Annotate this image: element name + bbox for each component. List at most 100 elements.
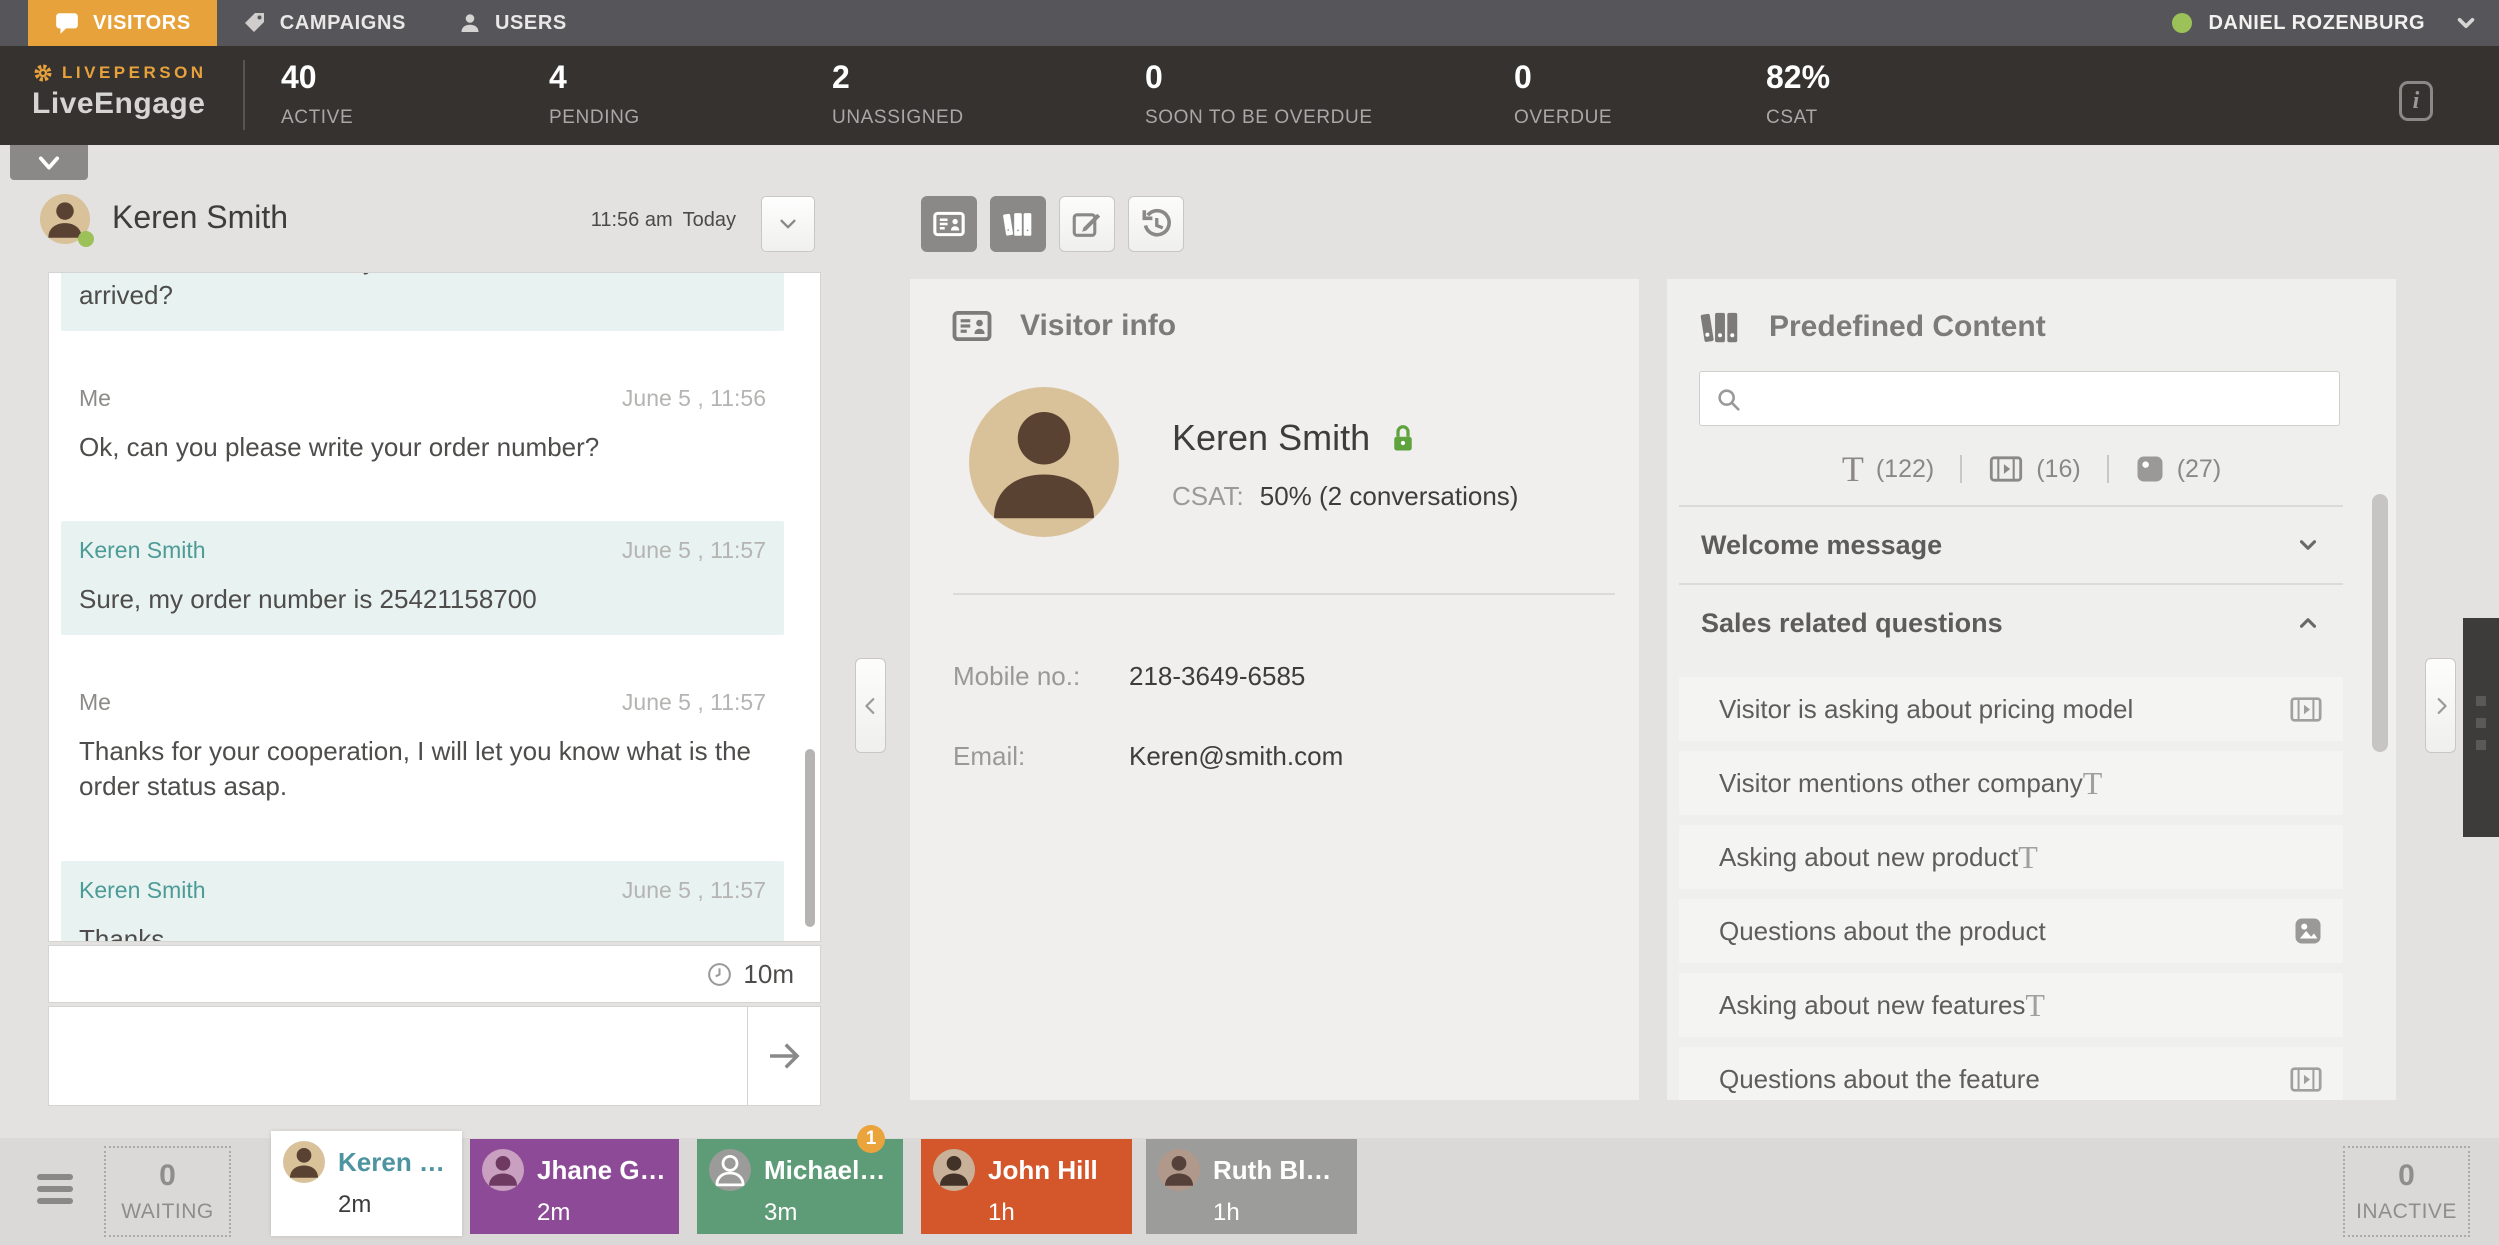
chat-visitor-name: Keren Smith	[112, 199, 289, 235]
session-timer: 10m	[743, 958, 794, 989]
avatar	[709, 1149, 751, 1191]
history-button[interactable]	[1128, 196, 1184, 252]
tab-users[interactable]: USERS	[432, 0, 593, 46]
user-menu[interactable]: DANIEL ROZENBURG	[2172, 0, 2499, 46]
chevron-down-icon	[35, 149, 63, 177]
filter-video[interactable]: (16)	[1988, 455, 2081, 484]
brand-product: LiveEngage	[32, 87, 206, 120]
brand-logo: LIVEPERSON LiveEngage	[32, 62, 207, 121]
predefined-item[interactable]: Asking about new product T	[1679, 825, 2343, 889]
side-drag-rail[interactable]	[2463, 618, 2499, 837]
visitor-info-toggle-button[interactable]	[921, 196, 977, 252]
video-icon	[1988, 455, 2024, 483]
image-icon	[2293, 916, 2323, 946]
message-visitor: Keren Smith June 5 , 11:57 Sure, my order…	[61, 521, 784, 636]
predefined-item[interactable]: Questions about the product	[1679, 899, 2343, 963]
waiting-queue-box[interactable]: 0 WAITING	[104, 1146, 231, 1237]
conversation-tab-jhane-grham[interactable]: Jhane Grham 2m	[470, 1139, 679, 1234]
divider	[1960, 455, 1963, 483]
collapse-stats-button[interactable]	[10, 145, 88, 180]
gear-icon	[32, 62, 54, 84]
chat-input[interactable]	[49, 1007, 747, 1105]
conversation-tab-keren-smith[interactable]: Keren Smith 2m	[271, 1131, 462, 1236]
text-icon: T	[2018, 838, 2038, 875]
content-type-filters: T (122) (16) (27)	[1667, 447, 2396, 491]
compose-notes-button[interactable]	[1059, 196, 1115, 252]
chat-transcript: Hello, I'd like to know why the item I'v…	[48, 272, 821, 942]
avatar	[482, 1149, 524, 1191]
tab-label: VISITORS	[93, 11, 191, 34]
visitor-name: Keren Smith	[1172, 417, 1371, 458]
message-visitor: Hello, I'd like to know why the item I'v…	[61, 273, 784, 332]
scrollbar-thumb[interactable]	[2372, 494, 2388, 752]
panel-toolbar	[921, 196, 1184, 252]
divider	[2106, 455, 2109, 483]
stat-csat: 82% CSAT	[1766, 59, 1831, 128]
predefined-item[interactable]: Questions about the feature	[1679, 1047, 2343, 1100]
collapse-visitor-info-button[interactable]	[855, 658, 886, 753]
filter-image[interactable]: (27)	[2135, 454, 2221, 484]
text-icon: T	[2025, 986, 2045, 1023]
conversation-tab-michael-smith[interactable]: 1 Michael Smi.. 3m	[697, 1125, 903, 1234]
stat-overdue: 0 OVERDUE	[1514, 59, 1613, 128]
chat-header: Keren Smith 11:56 am Today	[40, 191, 821, 253]
stat-active: 40 ACTIVE	[281, 59, 354, 128]
inactive-queue-box[interactable]: 0 INACTIVE	[2343, 1146, 2470, 1237]
chat-actions-dropdown[interactable]	[761, 196, 815, 252]
chat-bubble-icon	[54, 10, 80, 36]
predefined-item[interactable]: Visitor mentions other company T	[1679, 751, 2343, 815]
search-box	[1699, 371, 2340, 426]
conversation-tab-ruth-black[interactable]: Ruth Black 1h	[1146, 1139, 1357, 1234]
predefined-content-toggle-button[interactable]	[990, 196, 1046, 252]
message-visitor: Keren Smith June 5 , 11:57 Thanks.	[61, 860, 784, 941]
avatar	[1158, 1149, 1200, 1191]
id-card-icon	[948, 305, 996, 347]
binders-icon	[1695, 305, 1745, 349]
arrow-right-icon	[763, 1035, 805, 1077]
message-composer	[48, 1006, 821, 1106]
send-button[interactable]	[747, 1007, 820, 1105]
chevron-down-icon	[777, 213, 799, 235]
predefined-item[interactable]: Asking about new features T	[1679, 973, 2343, 1037]
tag-icon	[243, 11, 267, 35]
avatar	[933, 1149, 975, 1191]
visitor-mobile-field: Mobile no.: 218-3649-6585	[953, 661, 1306, 691]
message-agent: Me June 5 , 11:56 Ok, can you please writ…	[79, 385, 766, 463]
section-sales-related-questions[interactable]: Sales related questions	[1679, 585, 2343, 661]
hamburger-menu-icon[interactable]	[37, 1174, 73, 1210]
stat-soon-overdue: 0 SOON TO BE OVERDUE	[1145, 59, 1373, 128]
tab-visitors[interactable]: VISITORS	[28, 0, 217, 46]
predefined-item-list: Visitor is asking about pricing model Vi…	[1679, 677, 2343, 1100]
tab-label: USERS	[494, 11, 567, 34]
top-nav: VISITORS CAMPAIGNS USERS DANIEL ROZENBUR…	[0, 0, 2499, 46]
info-icon[interactable]: i	[2399, 81, 2433, 121]
visitor-info-panel: Visitor info Keren Smith CSAT: 50% (2 con…	[910, 279, 1639, 1100]
conversation-tab-john-hill[interactable]: John Hill 1h	[921, 1139, 1132, 1234]
lock-icon	[1388, 421, 1418, 455]
panel-title: Visitor info	[1020, 309, 1177, 342]
stat-pending: 4 PENDING	[549, 59, 640, 128]
binders-icon	[1001, 207, 1035, 241]
message-agent: Me June 5 , 11:57 Thanks for your coopera…	[79, 689, 766, 802]
id-card-icon	[932, 207, 966, 241]
expand-panel-button[interactable]	[2425, 658, 2456, 753]
section-welcome-message[interactable]: Welcome message	[1679, 507, 2343, 583]
tab-campaigns[interactable]: CAMPAIGNS	[217, 0, 432, 46]
visitor-email-field: Email: Keren@smith.com	[953, 741, 1344, 771]
stat-unassigned: 2 UNASSIGNED	[832, 59, 964, 128]
session-timer-row: 10m	[48, 945, 821, 1003]
conversations-bar: 0 WAITING Keren Smith 2m Jhane Grham 2m …	[0, 1125, 2499, 1245]
chevron-up-icon	[2295, 610, 2321, 636]
chevron-down-icon	[2295, 532, 2321, 558]
brand-company: LIVEPERSON	[62, 63, 207, 82]
message-list: Hello, I'd like to know why the item I'v…	[49, 273, 820, 941]
image-icon	[2135, 454, 2165, 484]
presence-dot	[78, 231, 94, 247]
search-input[interactable]	[1758, 376, 2333, 421]
predefined-item[interactable]: Visitor is asking about pricing model	[1679, 677, 2343, 741]
search-icon	[1715, 386, 1743, 414]
scrollbar-thumb[interactable]	[805, 749, 815, 927]
filter-text[interactable]: T (122)	[1842, 448, 1934, 490]
text-icon: T	[1841, 449, 1864, 489]
predefined-content-panel: Predefined Content T (122) (16) (27) Wel…	[1667, 279, 2396, 1100]
